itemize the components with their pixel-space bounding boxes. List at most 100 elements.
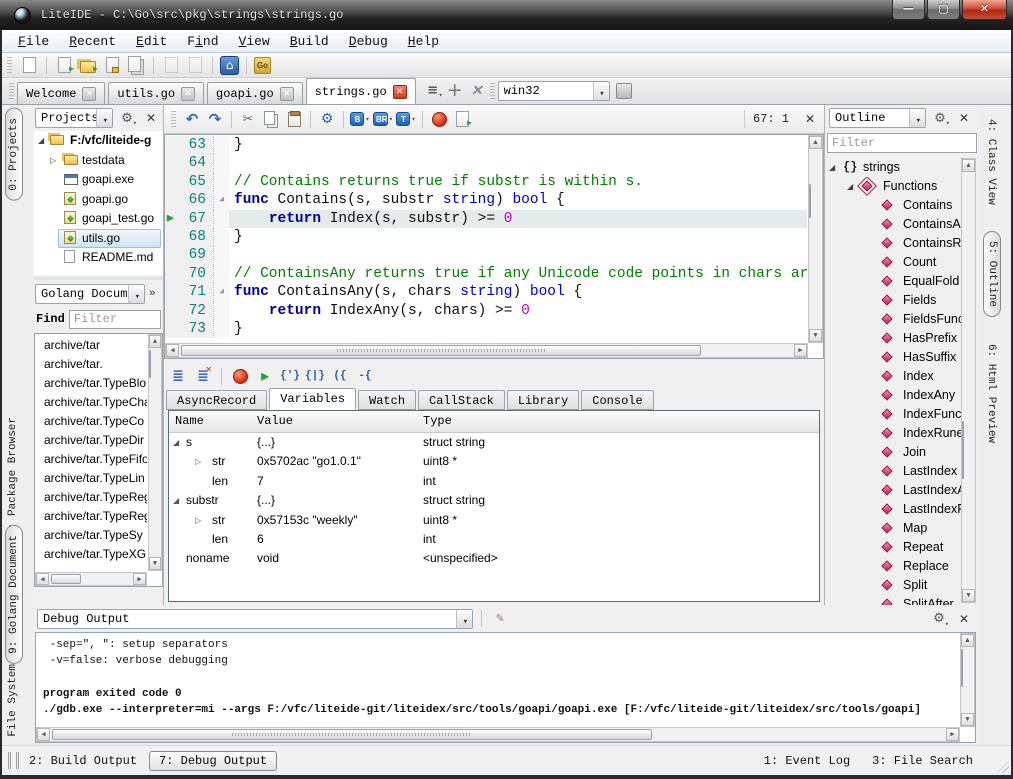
statusbar-grip[interactable] [8,752,19,769]
outline-item-IndexAny[interactable]: IndexAny [825,386,961,405]
outline-vscrollbar[interactable]: ▲ ▼ [961,158,976,603]
doc-list-item[interactable]: archive/tar.TypeReg [36,488,147,507]
outline-item-Contains[interactable]: Contains [825,196,961,215]
outline-item-Map[interactable]: Map [825,519,961,538]
tab-strings-go[interactable]: strings.go✕ [306,78,416,104]
rail-item-9-golang-document[interactable]: 9: Golang Document [5,525,23,664]
open-file-icon[interactable] [54,55,74,75]
expanded-icon[interactable]: ◢ [38,131,44,151]
statusbar-3-file-search[interactable]: 3: File Search [872,754,973,768]
code-line[interactable]: 73} [165,320,807,338]
rail-item-5-outline[interactable]: 5: Outline [983,231,1001,317]
rail-item-file-system[interactable]: File System [5,655,21,746]
menu-item-recent[interactable]: Recent [59,32,126,51]
copy-icon[interactable] [261,109,281,129]
menu-item-file[interactable]: File [8,32,59,51]
var-add-icon[interactable] [168,366,188,386]
outline-item-Index[interactable]: Index [825,367,961,386]
menu-item-edit[interactable]: Edit [126,32,177,51]
tab-goapi-go[interactable]: goapi.go✕ [207,82,303,104]
debug-tab-asyncrecord[interactable]: AsyncRecord [166,390,267,410]
build-config-icon[interactable] [317,109,337,129]
tree-item-testdata[interactable]: ▷testdata [34,151,163,171]
expanded-icon[interactable]: ◢ [173,491,179,510]
outline-item-LastIndexAny[interactable]: LastIndexAny [825,481,961,500]
doc-list-item[interactable]: archive/tar.TypeXG [36,545,147,564]
column-name[interactable]: Name [175,414,204,428]
variable-row[interactable]: nonamevoid<unspecified> [169,549,819,568]
expanded-icon[interactable]: ◢ [847,177,853,196]
collapsed-icon[interactable]: ▷ [50,151,56,171]
code-line[interactable]: 72 return IndexAny(s, chars) >= 0 [165,302,807,320]
debug-tab-variables[interactable]: Variables [269,388,356,410]
debug-output-vscrollbar[interactable]: ▲ ▼ [960,633,975,727]
step-over-icon[interactable]: {'} [280,366,300,386]
collapsed-icon[interactable]: ▷ [195,511,201,530]
debug-output-close-icon[interactable] [954,609,974,629]
outline-gear-icon[interactable] [930,108,950,128]
outline-item-Functions[interactable]: ◢Functions [825,177,961,196]
sidebar-splitter[interactable] [34,277,163,280]
tree-item-goapi-go[interactable]: goapi.go [34,190,163,210]
editor-vscrollbar[interactable]: ▲ ▼ [808,135,823,343]
tab-close-icon[interactable]: ✕ [181,87,195,101]
outline-item-FieldsFunc[interactable]: FieldsFunc [825,310,961,329]
target-options-button[interactable] [616,83,632,99]
menu-item-find[interactable]: Find [177,32,228,51]
outline-item-Repeat[interactable]: Repeat [825,538,961,557]
statusbar-7-debug-output[interactable]: 7: Debug Output [149,751,277,771]
export-icon[interactable] [452,109,472,129]
golangdoc-combo[interactable]: Golang Document [35,284,145,304]
session-load-icon[interactable] [161,55,181,75]
go-env-icon[interactable] [254,57,271,74]
menu-item-build[interactable]: Build [280,32,339,51]
home-icon[interactable] [220,56,239,75]
doc-list-item[interactable]: archive/tar. [36,355,147,374]
outline-item-HasSuffix[interactable]: HasSuffix [825,348,961,367]
variable-row[interactable]: ◢s{...}struct string [169,433,819,452]
outline-item-Replace[interactable]: Replace [825,557,961,576]
statusbar-2-build-output[interactable]: 2: Build Output [29,754,137,768]
doc-list-item[interactable]: archive/tar.TypeBlo [36,374,147,393]
doc-list-item[interactable]: archive/tar.TypeReg [36,507,147,526]
redo-icon[interactable] [205,109,225,129]
red-dot-icon[interactable] [429,109,449,129]
maximize-button[interactable]: ▢ [927,0,960,20]
outline-item-ContainsAny[interactable]: ContainsAny [825,215,961,234]
build-menu-icon[interactable]: B▾ [350,109,370,129]
code-line[interactable]: 65// Contains returns true if substr is … [165,173,807,191]
doc-list-item[interactable]: archive/tar.TypeFifo [36,450,147,469]
rail-item-4-class-view[interactable]: 4: Class View [983,110,999,214]
variable-row[interactable]: len7int [169,472,819,491]
variable-row[interactable]: ▷str0x5702ac "go1.0.1"uint8 * [169,452,819,471]
outline-item-Split[interactable]: Split [825,576,961,595]
undo-icon[interactable] [182,109,202,129]
rail-item-6-html-preview[interactable]: 6: Html Preview [983,335,999,452]
save-all-icon[interactable] [126,55,146,75]
variable-row[interactable]: ▷str0x57153c "weekly"uint8 * [169,511,819,530]
doc-list-item[interactable]: archive/tar.TypeCo [36,412,147,431]
var-del-icon[interactable] [193,366,213,386]
debug-tab-watch[interactable]: Watch [358,390,416,410]
outline-item-Join[interactable]: Join [825,443,961,462]
tab-close-icon[interactable]: ✕ [280,87,294,101]
debug-output-console[interactable]: -sep=", ": setup separators -v=false: ve… [35,632,976,743]
step-into-icon[interactable]: {|} [305,366,325,386]
debug-output-hscrollbar[interactable]: ◀ ▶ [36,727,960,742]
doc-list-item[interactable]: archive/tar.TypeSy [36,526,147,545]
outline-item-Count[interactable]: Count [825,253,961,272]
column-value[interactable]: Value [257,414,293,428]
rail-item-0-projects[interactable]: 0: Projects [5,108,23,201]
statusbar-1-event-log[interactable]: 1: Event Log [764,754,850,768]
expanded-icon[interactable]: ◢ [173,433,179,452]
close-button[interactable]: ✕ [962,0,1007,20]
tree-item-goapi-exe[interactable]: goapi.exe [34,170,163,190]
tree-item-goapi_test-go[interactable]: goapi_test.go [34,209,163,229]
test-menu-icon[interactable]: T▾ [396,109,416,129]
debug-output-combo[interactable]: Debug Output [37,609,473,629]
overflow-button[interactable]: » [149,288,156,300]
new-file-icon[interactable] [19,55,39,75]
tree-item-F-vfc-liteide-g[interactable]: ◢F:/vfc/liteide-g [34,131,163,151]
close-x-icon[interactable] [467,81,487,101]
code-line[interactable]: 70// ContainsAny returns true if any Uni… [165,265,807,283]
